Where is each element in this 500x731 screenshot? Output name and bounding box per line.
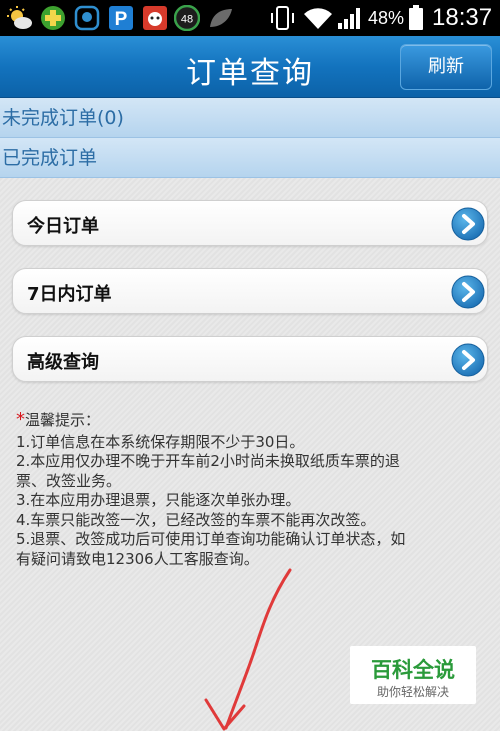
watermark-subtitle: 助你轻松解决 [376,685,449,699]
watermark-logo: 百科全说 助你轻松解决 [350,646,476,704]
annotation-arrow-icon [204,568,292,731]
watermark-title: 百科全说 [371,658,455,682]
